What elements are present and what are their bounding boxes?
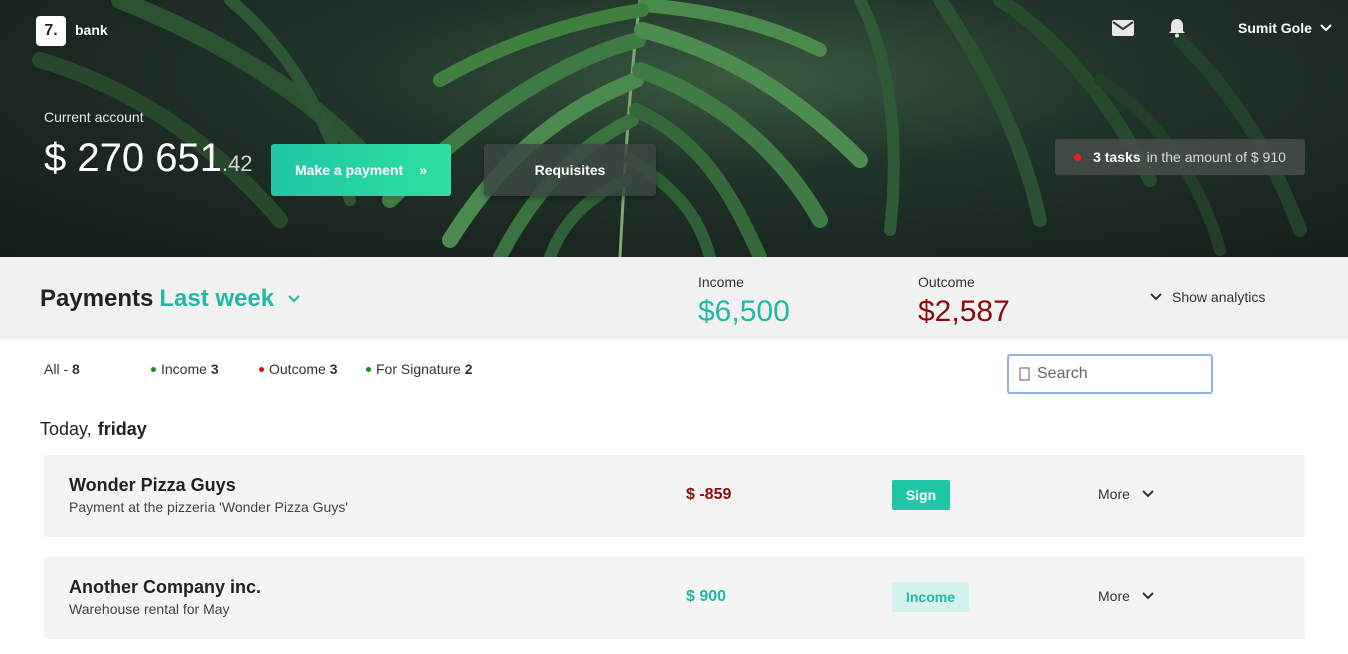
red-dot-icon — [1074, 153, 1082, 161]
green-dot-icon — [151, 366, 156, 372]
balance-main: $ 270 651 — [44, 136, 222, 180]
search-box[interactable] — [1007, 354, 1213, 394]
sign-button[interactable]: Sign — [892, 480, 950, 510]
balance-cents: .42 — [221, 151, 253, 176]
transaction-row[interactable]: Another Company inc. Warehouse rental fo… — [44, 557, 1305, 639]
income-value: $6,500 — [698, 295, 790, 328]
filter-all-label: All - — [44, 361, 72, 377]
pending-tasks-badge[interactable]: 3 tasks in the amount of $ 910 — [1055, 139, 1305, 175]
search-icon — [1019, 367, 1030, 381]
logo-text: bank — [75, 22, 108, 38]
chevron-down-icon — [1142, 592, 1154, 600]
page-title: Payments Last week — [40, 285, 300, 313]
more-toggle[interactable]: More — [1098, 588, 1154, 604]
payments-summary-bar: Payments Last week Income $6,500 Outcome… — [0, 257, 1348, 339]
bell-icon[interactable] — [1165, 16, 1189, 40]
day-heading: Today, friday — [40, 419, 147, 440]
show-analytics-toggle[interactable]: Show analytics — [1150, 289, 1265, 305]
hero-banner: 7. bank Sumit Gole Current account $ 270… — [0, 0, 1348, 257]
filter-all[interactable]: All - 8 — [44, 361, 80, 377]
make-payment-label: Make a payment — [295, 162, 404, 178]
account-balance: $ 270 651.42 — [44, 136, 253, 181]
filter-income-label: Income — [161, 361, 211, 377]
period-selector[interactable]: Last week — [159, 285, 274, 313]
day-name: friday — [97, 419, 147, 439]
outcome-value: $2,587 — [918, 295, 1010, 328]
transaction-name: Another Company inc. — [69, 577, 262, 597]
user-menu[interactable]: Sumit Gole — [1238, 20, 1332, 36]
income-badge: Income — [892, 582, 969, 612]
more-toggle[interactable]: More — [1098, 486, 1154, 502]
transaction-description: Warehouse rental for May — [69, 601, 230, 617]
income-label: Income — [698, 274, 744, 290]
chevron-down-icon — [1320, 24, 1332, 32]
requisites-label: Requisites — [534, 162, 606, 178]
filter-signature[interactable]: For Signature 2 — [366, 361, 473, 377]
show-analytics-label: Show analytics — [1172, 289, 1266, 305]
mail-icon[interactable] — [1111, 16, 1135, 40]
chevron-down-icon — [1142, 490, 1154, 498]
payments-title: Payments — [40, 285, 154, 312]
double-arrow-icon: » — [419, 162, 427, 178]
chevron-down-icon — [1150, 293, 1162, 301]
transaction-row[interactable]: Wonder Pizza Guys Payment at the pizzeri… — [44, 455, 1305, 537]
logo-mark: 7. — [44, 22, 58, 39]
make-payment-button[interactable]: Make a payment » — [271, 144, 451, 196]
requisites-button[interactable]: Requisites — [484, 144, 656, 196]
outcome-label: Outcome — [918, 274, 975, 290]
tasks-count: 3 tasks — [1093, 149, 1141, 165]
more-label: More — [1098, 588, 1130, 604]
green-dot-icon — [366, 366, 371, 372]
filter-outcome[interactable]: Outcome 3 — [259, 361, 338, 377]
filter-signature-count: 2 — [464, 361, 473, 377]
red-dot-icon — [259, 366, 264, 372]
tasks-amount: in the amount of $ 910 — [1146, 149, 1286, 165]
day-prefix: Today, — [40, 419, 92, 439]
filter-outcome-label: Outcome — [269, 361, 330, 377]
filter-income[interactable]: Income 3 — [151, 361, 219, 377]
filter-signature-label: For Signature — [376, 361, 465, 377]
more-label: More — [1098, 486, 1130, 502]
filter-outcome-count: 3 — [329, 361, 338, 377]
search-input[interactable] — [1037, 365, 1197, 383]
filter-income-count: 3 — [210, 361, 219, 377]
transaction-amount: $ -859 — [686, 486, 732, 503]
user-name: Sumit Gole — [1238, 20, 1312, 36]
transaction-description: Payment at the pizzeria 'Wonder Pizza Gu… — [69, 499, 348, 515]
account-label: Current account — [44, 109, 144, 125]
bank-logo[interactable]: 7. — [36, 16, 66, 46]
transaction-amount: $ 900 — [686, 588, 727, 605]
chevron-down-icon[interactable] — [288, 295, 300, 303]
fern-background-image — [32, 0, 1307, 257]
transaction-name: Wonder Pizza Guys — [69, 475, 236, 495]
filter-all-count: 8 — [72, 361, 80, 377]
